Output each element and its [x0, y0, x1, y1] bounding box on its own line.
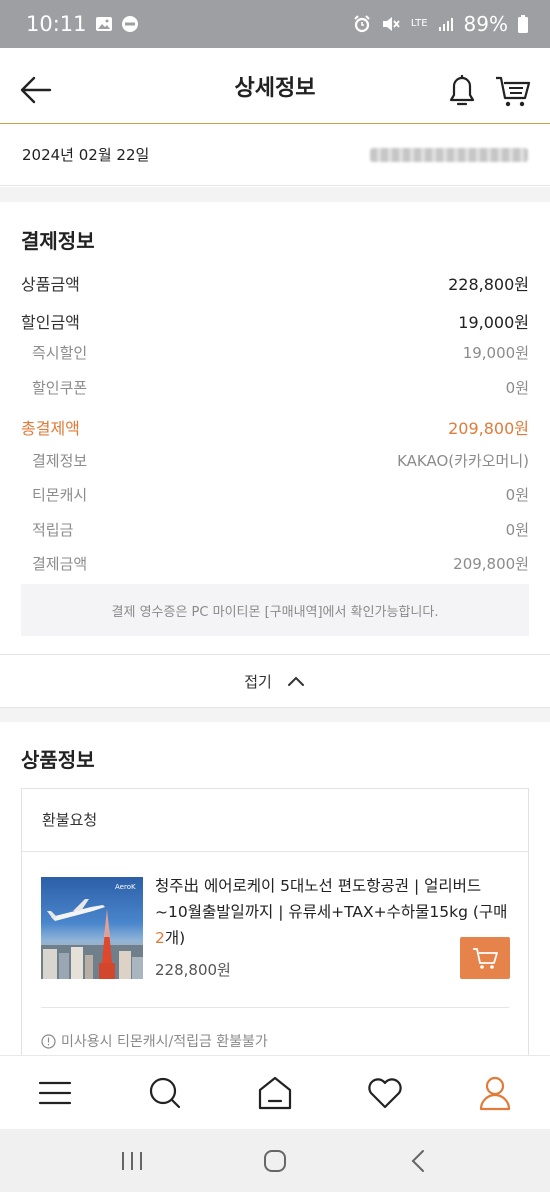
airplane-tower-image: AeroK	[41, 883, 143, 979]
refund-status: 환불요청	[42, 811, 98, 829]
network-label: LTE	[410, 18, 428, 29]
paid-label: 결제금액	[32, 555, 88, 573]
nav-wishlist[interactable]	[330, 1056, 440, 1130]
method-label: 결제정보	[32, 452, 88, 470]
battery-icon	[518, 15, 528, 33]
info-icon	[41, 1033, 56, 1049]
thumb-brand: AeroK	[115, 883, 136, 891]
paid-value: 209,800원	[453, 555, 529, 573]
battery-level: 89%	[463, 12, 508, 36]
bottom-nav	[0, 1055, 550, 1129]
discount-value: 19,000원	[458, 313, 529, 332]
product-amount-row: 상품금액 228,800원	[21, 271, 529, 295]
cart-icon	[496, 76, 531, 107]
recent-apps-icon	[121, 1151, 142, 1170]
product-amount-value: 228,800원	[448, 275, 529, 294]
order-date: 2024년 02월 22일	[22, 146, 150, 164]
section-gap	[0, 708, 550, 722]
chevron-up-icon	[287, 676, 304, 686]
nav-home[interactable]	[220, 1056, 330, 1130]
recent-apps-button[interactable]	[102, 1136, 162, 1186]
coupon-row: 할인쿠폰 0원	[21, 377, 529, 398]
instant-discount-label: 즉시할인	[32, 344, 88, 362]
order-number-blurred	[370, 147, 528, 162]
payment-section: 결제정보 상품금액 228,800원 할인금액 19,000원 즉시할인 19,…	[0, 202, 550, 654]
instant-discount-value: 19,000원	[462, 344, 529, 362]
divider	[41, 1007, 509, 1008]
back-system-button[interactable]	[388, 1136, 448, 1186]
section-gap	[0, 187, 550, 202]
total-value: 209,800원	[448, 419, 529, 438]
instant-discount-row: 즉시할인 19,000원	[21, 342, 529, 363]
points-value: 0원	[505, 521, 529, 539]
status-bar: 10:11 LTE 89%	[0, 0, 550, 48]
system-nav-bar	[0, 1129, 550, 1192]
gallery-icon	[95, 17, 112, 31]
paid-row: 결제금액 209,800원	[21, 553, 529, 574]
product-thumbnail[interactable]: AeroK	[41, 877, 143, 979]
tmon-cash-row: 티몬캐시 0원	[21, 484, 529, 505]
product-qty: 2	[155, 929, 165, 947]
order-date-row: 2024년 02월 22일	[0, 124, 550, 186]
refund-notice: 미사용시 티몬캐시/적립금 환불불가	[41, 1031, 268, 1051]
discount-row: 할인금액 19,000원	[21, 309, 529, 333]
coupon-label: 할인쿠폰	[32, 379, 88, 397]
bell-icon	[449, 75, 475, 106]
user-icon	[479, 1076, 511, 1111]
chevron-left-icon	[411, 1149, 425, 1172]
cart-icon	[473, 948, 498, 969]
cart-button[interactable]	[492, 70, 534, 110]
product-price: 228,800원	[155, 961, 231, 979]
home-icon	[258, 1076, 292, 1110]
product-section-title: 상품정보	[21, 748, 95, 772]
nav-search[interactable]	[110, 1056, 220, 1130]
signal-icon	[438, 18, 453, 31]
nav-menu[interactable]	[0, 1056, 110, 1130]
mute-icon	[382, 17, 400, 31]
collapse-label: 접기	[244, 672, 272, 691]
refund-notice-text: 미사용시 티몬캐시/적립금 환불불가	[61, 1034, 268, 1050]
divider	[22, 851, 528, 852]
tmon-cash-value: 0원	[505, 486, 529, 504]
payment-title: 결제정보	[21, 229, 95, 253]
product-amount-label: 상품금액	[21, 275, 80, 294]
app-header: 상세정보	[0, 48, 550, 124]
product-section: 상품정보 환불요청 AeroK 청주出 에어로케이 5대노선 편도항공권 | 얼…	[0, 722, 550, 1068]
product-name-part2: 개)	[164, 929, 186, 947]
home-system-icon	[263, 1149, 286, 1172]
discount-label: 할인금액	[21, 313, 80, 332]
method-row: 결제정보 KAKAO(카카오머니)	[21, 450, 529, 471]
menu-icon	[38, 1081, 72, 1105]
notification-button[interactable]	[443, 70, 481, 110]
alarm-icon	[354, 15, 370, 33]
coupon-value: 0원	[505, 379, 529, 397]
heart-icon	[368, 1078, 402, 1109]
add-to-cart-button[interactable]	[460, 937, 510, 979]
points-row: 적립금 0원	[21, 519, 529, 540]
product-card: 환불요청 AeroK 청주出 에어로케이 5대노선 편도항공권 | 얼리버드 ~	[21, 788, 529, 1068]
search-icon	[149, 1077, 181, 1109]
tmon-cash-label: 티몬캐시	[32, 486, 88, 504]
nav-my-account[interactable]	[440, 1056, 550, 1130]
points-label: 적립금	[32, 521, 74, 539]
home-system-button[interactable]	[245, 1136, 305, 1186]
do-not-disturb-icon	[121, 16, 138, 32]
total-label: 총결제액	[21, 419, 80, 438]
method-value: KAKAO(카카오머니)	[397, 452, 529, 470]
product-name-part1: 청주出 에어로케이 5대노선 편도항공권 | 얼리버드 ~10월출발일까지 | …	[155, 877, 508, 921]
total-row: 총결제액 209,800원	[21, 415, 529, 439]
receipt-note: 결제 영수증은 PC 마이티몬 [구매내역]에서 확인가능합니다.	[21, 584, 529, 636]
collapse-button[interactable]: 접기	[0, 654, 550, 708]
status-time: 10:11	[26, 12, 87, 36]
